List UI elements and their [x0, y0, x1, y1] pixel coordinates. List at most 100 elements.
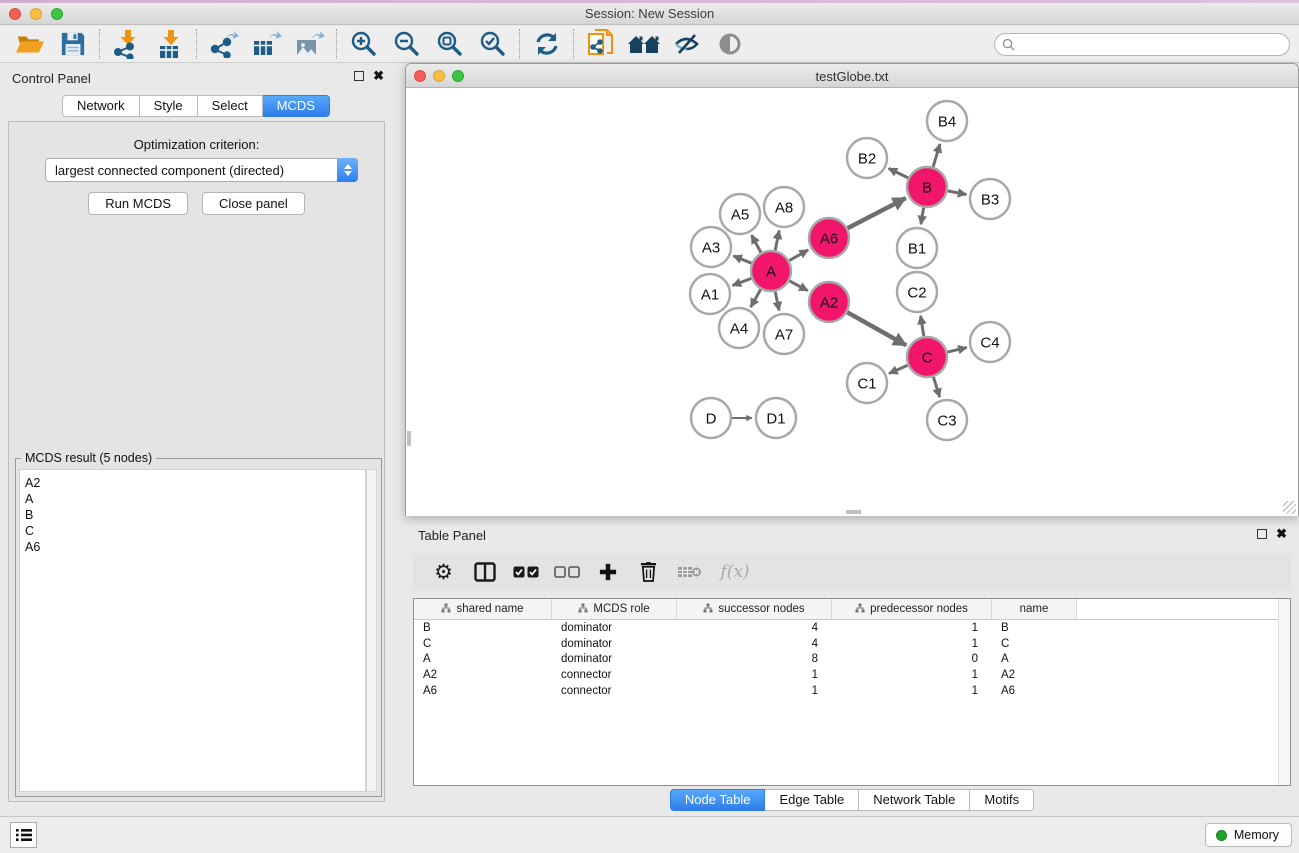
table-row[interactable]: Cdominator41C [414, 636, 1290, 652]
run-mcds-button[interactable]: Run MCDS [88, 192, 188, 215]
cell-predecessor-nodes[interactable]: 1 [832, 638, 992, 650]
cell-successor-nodes[interactable]: 4 [677, 638, 832, 650]
horizontal-scroll-indicator[interactable] [846, 510, 861, 514]
cell-MCDS-role[interactable]: connector [552, 669, 677, 681]
task-history-button[interactable] [10, 822, 37, 848]
cell-name[interactable]: C [992, 638, 1077, 650]
edge-A-A3[interactable] [733, 256, 751, 263]
cell-predecessor-nodes[interactable]: 1 [832, 669, 992, 681]
column-header-shared-name[interactable]: shared name [414, 599, 552, 619]
tab-select[interactable]: Select [198, 95, 263, 117]
delete-column-icon[interactable] [630, 557, 667, 587]
search-input[interactable] [1015, 38, 1289, 52]
edge-A-A1[interactable] [733, 278, 752, 285]
zoom-out-icon[interactable] [385, 28, 428, 60]
edge-A-A5[interactable] [752, 235, 762, 253]
zoom-fit-icon[interactable] [428, 28, 471, 60]
column-header-successor-nodes[interactable]: successor nodes [677, 599, 832, 619]
edge-C-C1[interactable] [889, 365, 908, 373]
export-image-icon[interactable] [288, 28, 331, 60]
edge-C-C2[interactable] [921, 316, 924, 337]
tab-motifs[interactable]: Motifs [970, 789, 1034, 811]
edge-B-B4[interactable] [933, 144, 940, 167]
cell-shared-name[interactable]: A2 [414, 669, 552, 681]
cell-predecessor-nodes[interactable]: 0 [832, 653, 992, 665]
cell-MCDS-role[interactable]: dominator [552, 653, 677, 665]
result-item[interactable]: A [25, 491, 365, 507]
split-columns-icon[interactable] [466, 557, 503, 587]
column-header-predecessor-nodes[interactable]: predecessor nodes [832, 599, 992, 619]
table-row[interactable]: A6connector11A6 [414, 683, 1290, 699]
edge-B-B1[interactable] [921, 208, 924, 225]
edge-A6-B[interactable] [848, 198, 906, 228]
export-network-icon[interactable] [202, 28, 245, 60]
tab-node-table[interactable]: Node Table [670, 789, 766, 811]
network-window-titlebar[interactable]: testGlobe.txt [406, 64, 1298, 88]
deselect-all-icon[interactable] [548, 557, 585, 587]
select-all-icon[interactable] [507, 557, 544, 587]
zoom-in-icon[interactable] [342, 28, 385, 60]
cell-name[interactable]: A2 [992, 669, 1077, 681]
cell-shared-name[interactable]: B [414, 622, 552, 634]
refresh-icon[interactable] [525, 28, 568, 60]
hide-details-icon[interactable] [665, 28, 708, 60]
edge-B-B2[interactable] [889, 168, 909, 178]
memory-button[interactable]: Memory [1205, 823, 1292, 847]
edge-A-A2[interactable] [790, 281, 808, 291]
save-session-icon[interactable] [51, 28, 94, 60]
edge-A2-C[interactable] [847, 312, 906, 345]
edge-B-B3[interactable] [948, 191, 967, 195]
cell-successor-nodes[interactable]: 1 [677, 685, 832, 697]
column-header-MCDS-role[interactable]: MCDS role [552, 599, 677, 619]
result-item[interactable]: A2 [25, 475, 365, 491]
tab-mcds[interactable]: MCDS [263, 95, 330, 117]
search-field[interactable] [994, 33, 1290, 56]
cell-successor-nodes[interactable]: 8 [677, 653, 832, 665]
gear-icon[interactable]: ⚙ [425, 557, 462, 587]
cell-MCDS-role[interactable]: dominator [552, 638, 677, 650]
cell-MCDS-role[interactable]: connector [552, 685, 677, 697]
float-panel-icon[interactable] [354, 71, 364, 81]
network-canvas[interactable]: B4B2BB3A5A8A6A3B1AA1A2C2A4A7C4CC1C3DD1 [406, 89, 1298, 516]
cell-name[interactable]: B [992, 622, 1077, 634]
cell-shared-name[interactable]: C [414, 638, 552, 650]
cell-shared-name[interactable]: A6 [414, 685, 552, 697]
table-row[interactable]: A2connector11A2 [414, 667, 1290, 683]
resize-grip[interactable] [1283, 501, 1296, 514]
float-table-panel-icon[interactable] [1257, 529, 1267, 539]
edge-A-A7[interactable] [775, 292, 779, 311]
new-network-from-selection-icon[interactable] [579, 28, 622, 60]
node-table[interactable]: shared nameMCDS rolesuccessor nodesprede… [413, 598, 1291, 786]
result-item[interactable]: C [25, 523, 365, 539]
cell-predecessor-nodes[interactable]: 1 [832, 685, 992, 697]
function-builder-icon[interactable]: f(x) [712, 557, 758, 587]
table-row[interactable]: Bdominator41B [414, 620, 1290, 636]
cell-name[interactable]: A6 [992, 685, 1077, 697]
cell-predecessor-nodes[interactable]: 1 [832, 622, 992, 634]
open-session-icon[interactable] [8, 28, 51, 60]
edge-A-A4[interactable] [751, 289, 761, 307]
cell-shared-name[interactable]: A [414, 653, 552, 665]
cell-name[interactable]: A [992, 653, 1077, 665]
table-scrollbar[interactable] [1278, 599, 1290, 785]
result-scrollbar[interactable] [366, 469, 377, 792]
tab-network[interactable]: Network [62, 95, 140, 117]
delete-table-icon[interactable] [671, 557, 708, 587]
mcds-result-list[interactable]: A2ABCA6 [19, 469, 366, 792]
edge-C-C3[interactable] [933, 377, 939, 397]
column-header-name[interactable]: name [992, 599, 1077, 619]
close-panel-button[interactable]: Close panel [202, 192, 305, 215]
cell-successor-nodes[interactable]: 4 [677, 622, 832, 634]
close-table-panel-icon[interactable]: ✖ [1276, 529, 1287, 539]
tab-network-table[interactable]: Network Table [859, 789, 970, 811]
import-network-icon[interactable] [105, 28, 148, 60]
home-icon[interactable] [622, 28, 665, 60]
import-table-icon[interactable] [148, 28, 191, 60]
add-column-icon[interactable] [589, 557, 626, 587]
edge-A-A6[interactable] [789, 250, 808, 261]
show-details-icon[interactable] [708, 28, 751, 60]
tab-style[interactable]: Style [140, 95, 198, 117]
network-graph[interactable]: B4B2BB3A5A8A6A3B1AA1A2C2A4A7C4CC1C3DD1 [406, 89, 1298, 516]
edge-A-A8[interactable] [775, 231, 779, 251]
edge-C-C4[interactable] [947, 348, 966, 353]
